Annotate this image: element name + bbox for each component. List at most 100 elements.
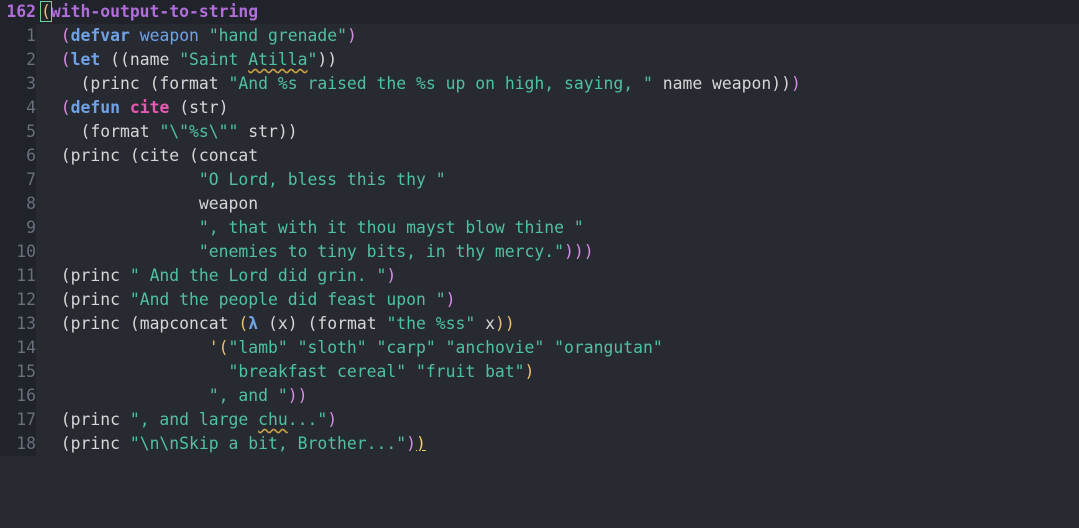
code-text[interactable]: ", that with it thou mayst blow thine " [41,216,584,240]
spelling-warning: Atilla [248,50,308,69]
line-number-current: 162 [0,0,36,24]
paren: ( [60,50,71,69]
code-text[interactable]: (let ((name "Saint Atilla")) [41,48,337,72]
line-number: 13 [0,312,36,336]
code-text[interactable]: "breakfast cereal" "fruit bat") [41,360,535,384]
line-number: 5 [0,120,36,144]
code-line[interactable]: 18 (princ "\n\nSkip a bit, Brother...")) [0,432,1079,456]
code-line[interactable]: 7 "O Lord, bless this thy " [0,168,1079,192]
code-line[interactable]: 9 ", that with it thou mayst blow thine … [0,216,1079,240]
line-number: 6 [0,144,36,168]
code-line[interactable]: 2 (let ((name "Saint Atilla")) [0,48,1079,72]
code-text[interactable]: (with-output-to-string [40,0,259,24]
code-text[interactable]: (princ " And the Lord did grin. ") [41,264,397,288]
code-text[interactable]: ", and ")) [41,384,308,408]
code-line[interactable]: 17 (princ ", and large chu...") [0,408,1079,432]
code-text[interactable]: (princ (format "And %s raised the %s up … [41,72,801,96]
string: "the %ss" [386,314,476,333]
code-line[interactable]: 13 (princ (mapconcat (λ (x) (format "the… [0,312,1079,336]
line-number: 14 [0,336,36,360]
code-line[interactable]: 15 "breakfast cereal" "fruit bat") [0,360,1079,384]
line-number: 10 [0,240,36,264]
string: "And %s raised the %s up on high, saying… [228,74,653,93]
code-line-current[interactable]: 162 (with-output-to-string [0,0,1079,24]
code-line[interactable]: 6 (princ (cite (concat [0,144,1079,168]
code-line[interactable]: 4 (defun cite (str) [0,96,1079,120]
token: (princ [60,410,130,429]
token: str [238,122,278,141]
paren: )) [495,314,515,333]
paren: )) [771,74,792,93]
line-number: 2 [0,48,36,72]
code-line[interactable]: 10 "enemies to tiny bits, in thy mercy."… [0,240,1079,264]
paren: ) [386,266,397,285]
line-number: 17 [0,408,36,432]
code-line[interactable]: 1 (defvar weapon "hand grenade") [0,24,1079,48]
paren: ) [445,290,456,309]
token: x [475,314,495,333]
paren: ) [327,410,338,429]
paren: ( [60,26,71,45]
matching-paren: ) [416,434,426,453]
keyword: defun [70,98,120,117]
code-line[interactable]: 3 (princ (format "And %s raised the %s u… [0,72,1079,96]
code-line[interactable]: 8 weapon [0,192,1079,216]
string: "breakfast cereal" "fruit bat" [228,362,525,381]
paren: ) [791,74,801,93]
spelling-warning: chu [258,410,288,429]
code-line[interactable]: 12 (princ "And the people did feast upon… [0,288,1079,312]
code-text[interactable]: (format "\"%s\"" str)) [41,120,298,144]
code-line[interactable]: 5 (format "\"%s\"" str)) [0,120,1079,144]
paren: )) [317,50,338,69]
token: ((name [100,50,180,69]
code-text[interactable]: weapon [41,192,258,216]
code-line[interactable]: 14 '("lamb" "sloth" "carp" "anchovie" "o… [0,336,1079,360]
code-line[interactable]: 11 (princ " And the Lord did grin. ") [0,264,1079,288]
token: (mapconcat [129,314,239,333]
symbol: weapon [139,26,199,45]
token: with-output-to-string [50,2,259,21]
code-text[interactable]: '("lamb" "sloth" "carp" "anchovie" "oran… [41,336,663,360]
code-text[interactable]: "enemies to tiny bits, in thy mercy."))) [41,240,594,264]
string: "\"%s\"" [159,122,239,141]
paren: ) [346,26,357,45]
code-text[interactable]: (defvar weapon "hand grenade") [41,24,357,48]
code-text[interactable]: (princ (mapconcat (λ (x) (format "the %s… [41,312,515,336]
code-line[interactable]: 16 ", and ")) [0,384,1079,408]
code-text[interactable]: "O Lord, bless this thy " [41,168,446,192]
keyword: let [70,50,101,69]
code-editor[interactable]: 162 (with-output-to-string 1 (defvar wea… [0,0,1079,457]
token: (format [80,122,160,141]
token: (concat [189,146,259,165]
string: "enemies to tiny bits, in thy mercy." [198,242,565,261]
line-number: 15 [0,360,36,384]
string: ..." [287,410,328,429]
paren: )) [277,122,298,141]
string: " And the Lord did grin. " [129,266,387,285]
code-text[interactable]: (princ "And the people did feast upon ") [41,288,456,312]
code-text[interactable]: (princ ", and large chu...") [41,408,337,432]
token: (cite [129,146,190,165]
code-text[interactable]: (princ "\n\nSkip a bit, Brother...")) [41,432,426,456]
string: ", and " [208,386,288,405]
paren: )) [287,386,308,405]
line-number: 12 [0,288,36,312]
code-text[interactable]: (princ (cite (concat [41,144,258,168]
line-number: 18 [0,432,36,456]
text-cursor: ( [40,1,52,22]
code-text[interactable]: (defun cite (str) [41,96,229,120]
lambda-symbol: λ [248,314,259,333]
